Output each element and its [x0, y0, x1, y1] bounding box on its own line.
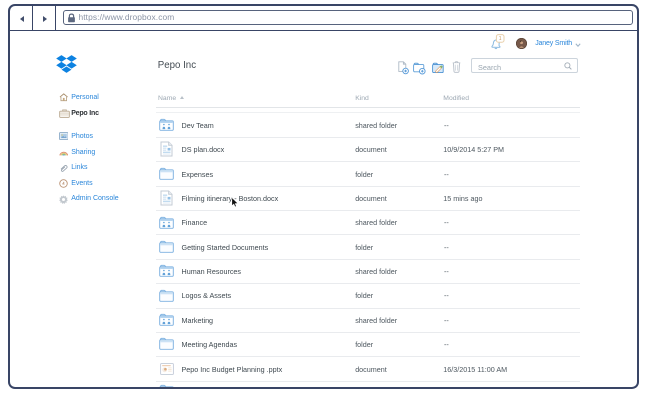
svg-text:1: 1 — [498, 36, 501, 42]
